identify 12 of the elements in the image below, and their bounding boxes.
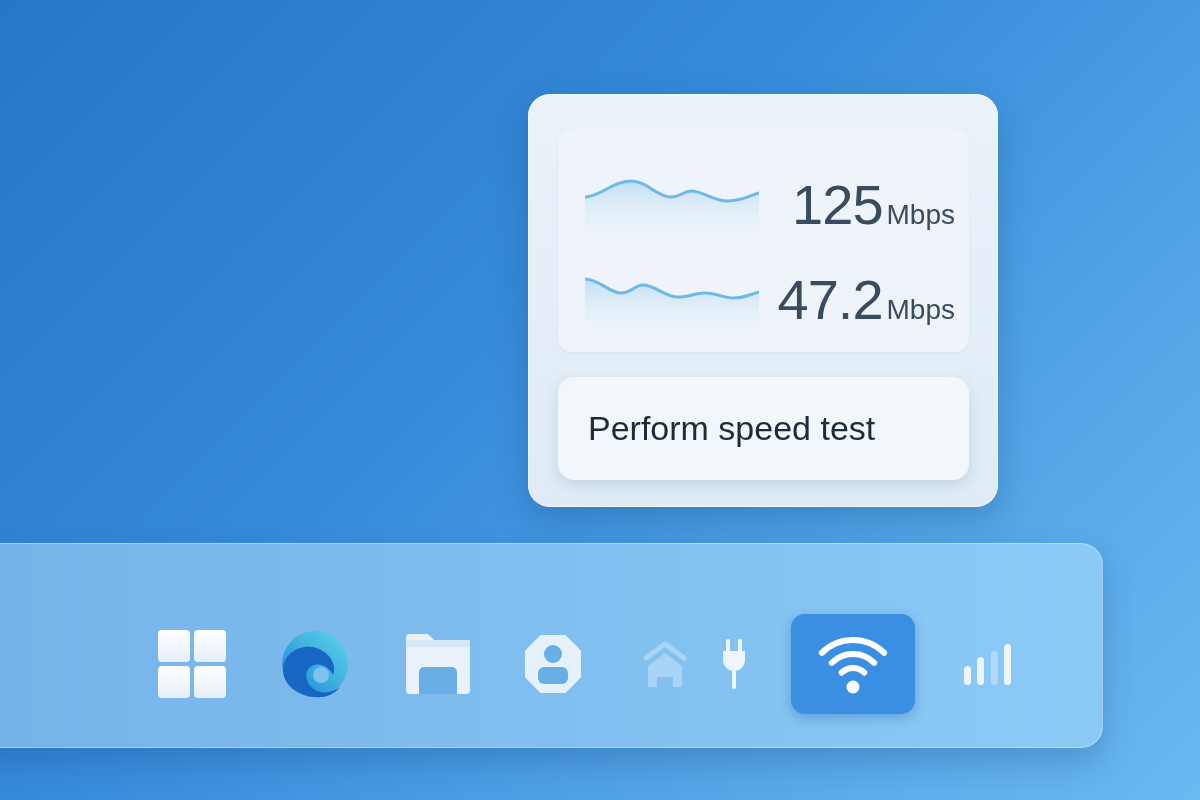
speed-test-button[interactable]: Perform speed test	[558, 377, 969, 480]
folder-icon[interactable]	[406, 633, 470, 694]
speed-value: 125	[792, 177, 883, 233]
speed-unit: Mbps	[886, 201, 955, 229]
speed-unit: Mbps	[886, 296, 955, 324]
signal-bars-icon[interactable]	[964, 642, 1011, 685]
swirl-icon[interactable]	[281, 629, 349, 698]
four-squares-icon[interactable]	[158, 629, 226, 698]
plug-icon[interactable]	[722, 638, 746, 689]
person-icon[interactable]	[525, 634, 581, 693]
wifi-button[interactable]	[791, 613, 915, 714]
speed-value: 47.2	[777, 272, 883, 328]
